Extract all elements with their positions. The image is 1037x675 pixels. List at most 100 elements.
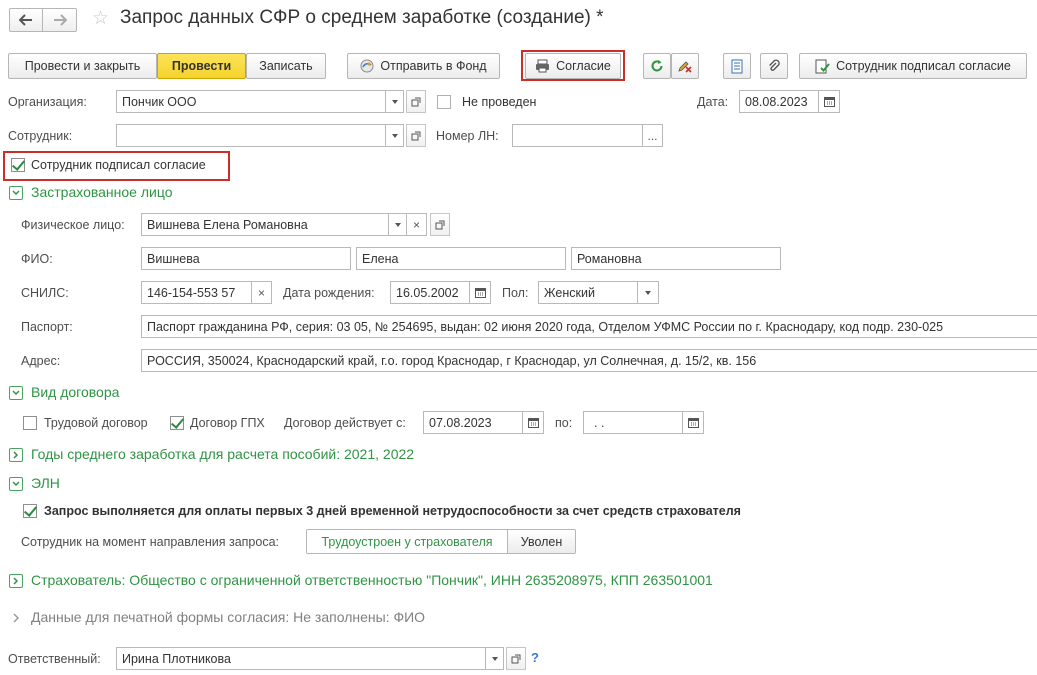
print-data-section-title[interactable]: Данные для печатной формы согласия: Не з…: [31, 609, 425, 625]
birth-date-label: Дата рождения:: [283, 286, 375, 300]
sick-list-number-label: Номер ЛН:: [436, 129, 499, 143]
birth-date-field[interactable]: 16.05.2002: [390, 281, 470, 304]
gender-select[interactable]: Женский: [538, 281, 638, 304]
date-field[interactable]: 08.08.2023: [739, 90, 819, 113]
first-three-days-checkbox[interactable]: [23, 504, 37, 518]
years-section-toggle[interactable]: [9, 448, 23, 462]
person-label: Физическое лицо:: [21, 218, 125, 232]
send-to-fund-button[interactable]: Отправить в Фонд: [347, 53, 500, 79]
help-link[interactable]: ?: [531, 650, 539, 665]
labor-contract-checkbox[interactable]: [23, 416, 37, 430]
first-name-field[interactable]: Елена: [356, 247, 566, 270]
employee-signed-consent-label: Сотрудник подписал согласие: [836, 59, 1011, 73]
employee-status-label: Сотрудник на момент направления запроса:: [21, 535, 280, 549]
calendar-icon: [474, 288, 486, 298]
snils-field[interactable]: 146-154-553 57: [141, 281, 252, 304]
refresh-button[interactable]: [643, 53, 671, 79]
contract-to-label: по:: [555, 416, 573, 430]
chevron-down-icon: [645, 290, 651, 295]
birth-date-calendar-button[interactable]: [470, 281, 491, 304]
chevron-down-icon: [12, 481, 20, 487]
fund-send-icon: [360, 59, 374, 73]
calendar-icon: [823, 97, 835, 107]
consent-checkbox-highlight-frame: [3, 151, 230, 181]
person-dropdown-button[interactable]: [389, 213, 407, 236]
organization-label: Организация:: [8, 95, 87, 109]
sick-list-select-button[interactable]: ...: [643, 124, 663, 147]
responsible-open-button[interactable]: [506, 647, 526, 670]
open-link-icon: [435, 220, 445, 229]
eln-section-title[interactable]: ЭЛН: [31, 475, 60, 491]
clear-edit-button[interactable]: [671, 53, 699, 79]
chevron-down-icon: [491, 656, 498, 661]
insurer-section-title[interactable]: Страхователь: Общество с ограниченной от…: [31, 572, 713, 588]
contract-section-toggle[interactable]: [9, 386, 23, 400]
insured-section-title[interactable]: Застрахованное лицо: [31, 184, 172, 200]
document-list-button[interactable]: [723, 53, 751, 79]
open-link-icon: [511, 654, 521, 663]
organization-open-button[interactable]: [406, 90, 426, 113]
years-section-title[interactable]: Годы среднего заработка для расчета посо…: [31, 446, 414, 462]
address-label: Адрес:: [21, 354, 61, 368]
post-and-close-button[interactable]: Провести и закрыть: [8, 53, 157, 79]
date-label: Дата:: [697, 95, 729, 109]
person-field[interactable]: Вишнева Елена Романовна: [141, 213, 389, 236]
chevron-right-icon: [13, 577, 19, 585]
post-button[interactable]: Провести: [157, 53, 246, 79]
status-employed-option[interactable]: Трудоустроен у страхователя: [307, 530, 508, 553]
insurer-section-toggle[interactable]: [9, 574, 23, 588]
employee-open-button[interactable]: [406, 124, 426, 147]
consent-highlight-frame: [521, 50, 625, 81]
passport-label: Паспорт:: [21, 320, 73, 334]
back-button[interactable]: [9, 8, 43, 32]
snils-label: СНИЛС:: [21, 286, 69, 300]
status-fired-option[interactable]: Уволен: [508, 530, 575, 553]
document-lines-icon: [731, 59, 743, 73]
save-button[interactable]: Записать: [246, 53, 326, 79]
organization-field[interactable]: Пончик ООО: [116, 90, 386, 113]
attachments-button[interactable]: [760, 53, 788, 79]
employee-dropdown-button[interactable]: [386, 124, 404, 147]
first-three-days-label: Запрос выполняется для оплаты первых 3 д…: [44, 504, 741, 518]
forward-button[interactable]: [43, 8, 77, 32]
responsible-field[interactable]: Ирина Плотникова: [116, 647, 486, 670]
chevron-down-icon: [394, 222, 401, 227]
employee-status-switch: Трудоустроен у страхователя Уволен: [306, 529, 576, 554]
contract-section-title[interactable]: Вид договора: [31, 384, 119, 400]
gph-contract-label: Договор ГПХ: [190, 416, 265, 430]
favorite-star-icon[interactable]: ☆: [92, 8, 109, 30]
middle-name-field[interactable]: Романовна: [571, 247, 781, 270]
passport-field[interactable]: Паспорт гражданина РФ, серия: 03 05, № 2…: [141, 315, 1037, 338]
responsible-dropdown-button[interactable]: [486, 647, 504, 670]
gender-dropdown-button[interactable]: [638, 281, 659, 304]
last-name-field[interactable]: Вишнева: [141, 247, 351, 270]
person-open-button[interactable]: [430, 213, 450, 236]
responsible-label: Ответственный:: [8, 652, 101, 666]
calendar-icon: [687, 418, 699, 428]
chevron-down-icon: [391, 133, 398, 138]
sick-list-number-field[interactable]: [512, 124, 643, 147]
print-data-section-toggle[interactable]: [9, 611, 23, 625]
employee-signed-consent-button[interactable]: Сотрудник подписал согласие: [799, 53, 1027, 79]
gender-label: Пол:: [502, 286, 529, 300]
contract-to-calendar-button[interactable]: [683, 411, 704, 434]
not-posted-checkbox: [437, 95, 451, 109]
insured-section-toggle[interactable]: [9, 186, 23, 200]
address-field[interactable]: РОССИЯ, 350024, Краснодарский край, г.о.…: [141, 349, 1037, 372]
contract-to-field[interactable]: . .: [583, 411, 683, 434]
labor-contract-label: Трудовой договор: [44, 416, 148, 430]
gph-contract-checkbox[interactable]: [170, 416, 184, 430]
eln-section-toggle[interactable]: [9, 477, 23, 491]
chevron-right-icon: [13, 451, 19, 459]
employee-field[interactable]: [116, 124, 386, 147]
clear-x-icon: ×: [257, 285, 265, 300]
organization-dropdown-button[interactable]: [386, 90, 404, 113]
snils-clear-button[interactable]: ×: [252, 281, 272, 304]
person-clear-button[interactable]: ×: [407, 213, 427, 236]
clear-x-icon: ×: [412, 217, 420, 232]
chevron-down-icon: [12, 390, 20, 396]
date-calendar-button[interactable]: [819, 90, 840, 113]
contract-valid-from-field[interactable]: 07.08.2023: [423, 411, 523, 434]
chevron-down-icon: [12, 190, 20, 196]
contract-valid-from-calendar-button[interactable]: [523, 411, 544, 434]
